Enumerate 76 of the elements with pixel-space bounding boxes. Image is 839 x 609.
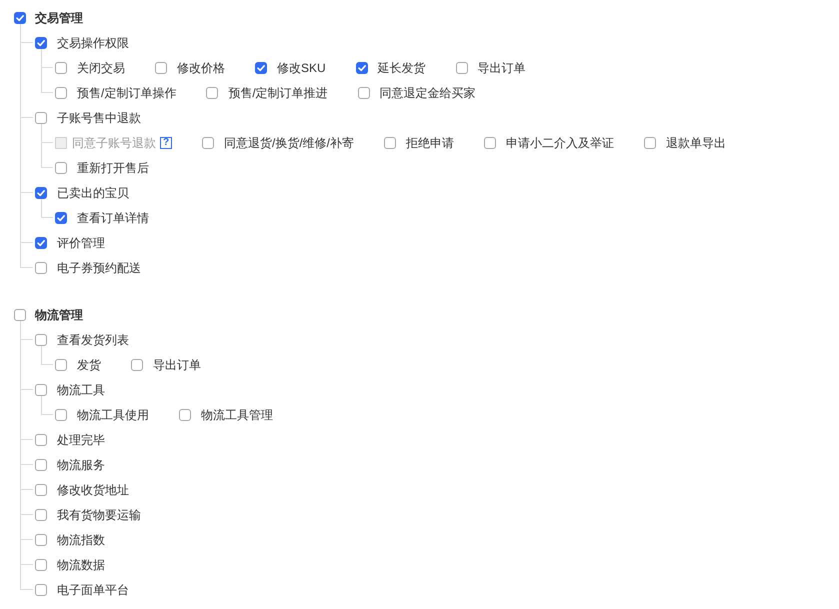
- checkbox[interactable]: [356, 62, 368, 74]
- checkbox[interactable]: [55, 62, 67, 74]
- permission-label: 关闭交易: [77, 60, 125, 76]
- permission-label: 修改SKU: [277, 60, 326, 76]
- checkmark-icon: [256, 62, 266, 72]
- checkbox[interactable]: [55, 212, 67, 224]
- permission-label: 物流工具: [57, 382, 105, 398]
- permission-label: 物流指数: [57, 532, 105, 548]
- checkbox[interactable]: [55, 86, 67, 98]
- checkmark-icon: [36, 38, 46, 48]
- permission-label: 申请小二介入及举证: [506, 134, 614, 150]
- permission-label: 同意退定金给买家: [380, 84, 476, 100]
- checkbox[interactable]: [456, 62, 468, 74]
- checkbox[interactable]: [202, 136, 214, 148]
- permission-label: 查看订单详情: [77, 210, 149, 226]
- checkbox[interactable]: [35, 584, 47, 596]
- permission-label: 交易操作权限: [57, 34, 129, 50]
- permission-label: 电子券预约配送: [57, 260, 141, 276]
- permission-label: 查看发货列表: [57, 332, 129, 348]
- checkbox[interactable]: [35, 558, 47, 570]
- checkmark-icon: [56, 212, 66, 222]
- checkmark-icon: [36, 188, 46, 198]
- permission-label: 导出订单: [153, 356, 201, 372]
- checkbox[interactable]: [384, 136, 396, 148]
- checkbox[interactable]: [55, 358, 67, 370]
- permission-label: 修改价格: [177, 60, 225, 76]
- checkbox[interactable]: [35, 36, 47, 48]
- checkmark-icon: [36, 238, 46, 248]
- checkbox[interactable]: [35, 458, 47, 470]
- checkbox[interactable]: [14, 308, 26, 320]
- permission-label: 修改收货地址: [57, 482, 129, 498]
- checkbox[interactable]: [484, 136, 496, 148]
- checkbox[interactable]: [358, 86, 370, 98]
- group-title: 交易管理: [35, 10, 83, 26]
- checkbox[interactable]: [155, 62, 167, 74]
- checkbox[interactable]: [14, 12, 26, 24]
- checkbox[interactable]: [35, 334, 47, 346]
- permission-label: 延长发货: [378, 60, 426, 76]
- permission-label: 电子面单平台: [57, 582, 129, 598]
- group-title: 物流管理: [35, 306, 83, 322]
- checkbox[interactable]: [55, 408, 67, 420]
- checkbox[interactable]: [206, 86, 218, 98]
- permission-label: 预售/定制订单操作: [77, 84, 176, 100]
- checkbox[interactable]: [35, 112, 47, 124]
- permission-label: 物流数据: [57, 556, 105, 572]
- permission-label: 物流工具管理: [201, 406, 273, 422]
- checkbox[interactable]: [35, 186, 47, 198]
- checkbox[interactable]: [35, 534, 47, 546]
- permission-label: 预售/定制订单推进: [228, 84, 328, 100]
- permission-label: 处理完毕: [57, 432, 105, 448]
- checkbox[interactable]: [35, 434, 47, 446]
- permission-label: 物流服务: [57, 456, 105, 472]
- permission-label: 导出订单: [478, 60, 526, 76]
- permission-label: 已卖出的宝贝: [57, 184, 129, 200]
- checkbox[interactable]: [35, 508, 47, 520]
- permission-label: 重新打开售后: [77, 160, 149, 176]
- checkbox[interactable]: [35, 262, 47, 274]
- checkbox[interactable]: [644, 136, 656, 148]
- permission-label: 子账号售中退款: [57, 110, 141, 126]
- checkbox[interactable]: [179, 408, 191, 420]
- permission-label: 评价管理: [57, 234, 105, 250]
- checkmark-icon: [356, 62, 367, 72]
- permission-label: 同意子账号退款: [72, 134, 156, 150]
- permission-label: 退款单导出: [666, 134, 726, 150]
- checkbox[interactable]: [55, 162, 67, 174]
- checkbox[interactable]: [35, 484, 47, 496]
- permission-label: 物流工具使用: [77, 406, 149, 422]
- permission-label: 拒绝申请: [406, 134, 454, 150]
- checkmark-icon: [15, 12, 25, 22]
- checkbox[interactable]: [35, 236, 47, 248]
- checkbox[interactable]: [35, 384, 47, 396]
- permission-label: 我有货物要运输: [57, 506, 141, 522]
- permission-label: 发货: [77, 356, 101, 372]
- checkbox[interactable]: [255, 62, 267, 74]
- permission-label: 同意退货/换货/维修/补寄: [224, 134, 354, 150]
- checkbox[interactable]: [131, 358, 143, 370]
